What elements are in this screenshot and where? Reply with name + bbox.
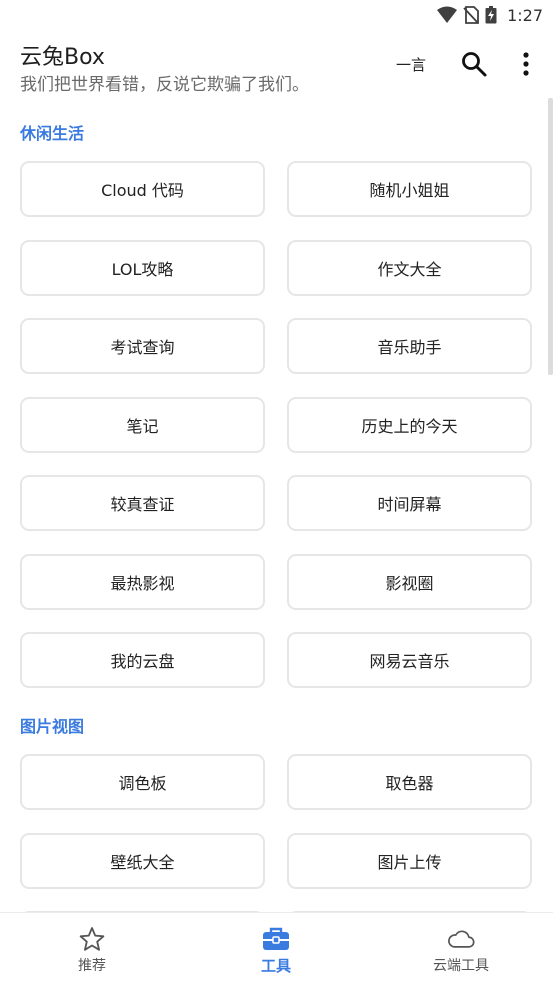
tool-button[interactable]: 考试查询 <box>20 318 265 374</box>
app-subtitle: 我们把世界看错，反说它欺骗了我们。 <box>20 75 309 95</box>
star-icon <box>79 927 105 951</box>
yiyan-button[interactable]: 一言 <box>396 54 426 75</box>
bottom-nav: 推荐 工具 云端工具 <box>0 912 553 983</box>
toolbox-icon <box>263 927 289 950</box>
tool-button[interactable]: 笔记 <box>20 397 265 453</box>
nav-icon-wrap <box>262 925 290 953</box>
nav-item-tools[interactable]: 工具 <box>184 913 368 983</box>
nav-item-recommend[interactable]: 推荐 <box>0 913 184 983</box>
more-vertical-icon <box>523 52 529 76</box>
nav-label-recommend: 推荐 <box>78 958 106 974</box>
status-bar: 1:27 <box>0 0 553 30</box>
status-time: 1:27 <box>507 5 543 25</box>
tool-button[interactable]: Cloud 代码 <box>20 161 265 217</box>
nav-icon-wrap <box>447 925 475 953</box>
section-title-images: 图片视图 <box>20 717 85 736</box>
nav-label-cloud-tools: 云端工具 <box>433 958 489 974</box>
tool-button[interactable]: 时间屏幕 <box>287 475 532 531</box>
tool-button[interactable]: 作文大全 <box>287 240 532 296</box>
search-button[interactable] <box>460 50 488 78</box>
nav-label-tools: 工具 <box>260 957 291 975</box>
tool-button[interactable]: 我的云盘 <box>20 632 265 688</box>
app-title: 云兔Box <box>20 45 105 70</box>
nav-item-cloud-tools[interactable]: 云端工具 <box>369 913 553 983</box>
tool-button[interactable]: 影视圈 <box>287 554 532 610</box>
tool-button[interactable]: 音乐助手 <box>287 318 532 374</box>
tool-button[interactable]: 调色板 <box>20 754 265 810</box>
search-icon <box>462 52 487 77</box>
tool-button[interactable]: 最热影视 <box>20 554 265 610</box>
app-header: 云兔Box 我们把世界看错，反说它欺骗了我们。 一言 <box>0 30 553 98</box>
tool-button[interactable]: LOL攻略 <box>20 240 265 296</box>
tool-button[interactable]: 取色器 <box>287 754 532 810</box>
no-sim-icon <box>463 6 479 24</box>
tool-button[interactable]: 随机小姐姐 <box>287 161 532 217</box>
nav-icon-wrap <box>78 925 106 953</box>
tool-button[interactable]: 网易云音乐 <box>287 632 532 688</box>
tool-button[interactable]: 图片上传 <box>287 833 532 889</box>
more-options-button[interactable] <box>514 50 538 78</box>
scrollbar[interactable] <box>548 98 553 375</box>
battery-charging-icon <box>485 6 497 24</box>
tools-list[interactable]: 休闲生活 Cloud 代码 随机小姐姐 LOL攻略 作文大全 考试查询 音乐助手… <box>0 98 553 912</box>
status-icons: 1:27 <box>437 5 543 25</box>
tool-button[interactable]: 壁纸大全 <box>20 833 265 889</box>
section-title-leisure: 休闲生活 <box>20 124 85 143</box>
tool-button[interactable]: 较真查证 <box>20 475 265 531</box>
tool-button[interactable]: 历史上的今天 <box>287 397 532 453</box>
cloud-icon <box>448 930 475 948</box>
wifi-icon <box>437 6 458 23</box>
